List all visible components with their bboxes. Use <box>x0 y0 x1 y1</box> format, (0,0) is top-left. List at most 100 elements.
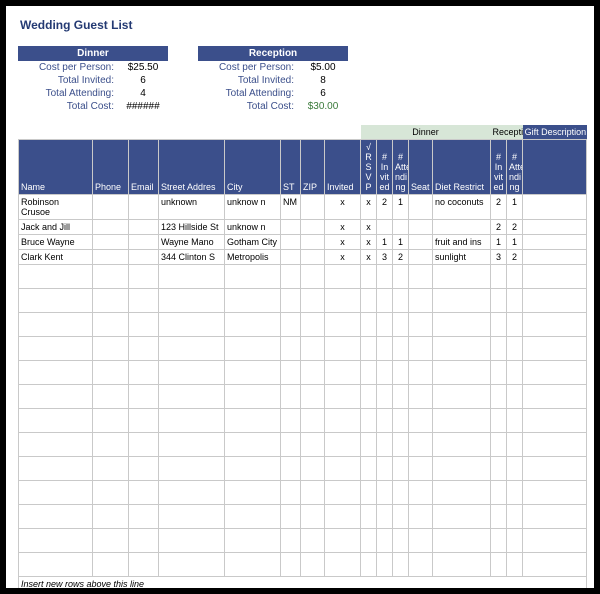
col-recep-invited[interactable]: # In vit ed <box>491 140 507 195</box>
cell-r_att[interactable]: 2 <box>507 250 523 265</box>
cell-d_att[interactable] <box>393 220 409 235</box>
col-phone[interactable]: Phone <box>93 140 129 195</box>
cell-d_inv[interactable]: 1 <box>377 235 393 250</box>
col-seat[interactable]: Seat <box>409 140 433 195</box>
col-zip[interactable]: ZIP <box>301 140 325 195</box>
cell-city[interactable]: Metropolis <box>225 250 281 265</box>
cell-street[interactable]: unknown <box>159 195 225 220</box>
cell-r_att[interactable]: 2 <box>507 220 523 235</box>
cell-r_att[interactable]: 1 <box>507 235 523 250</box>
cell-gift[interactable] <box>523 235 587 250</box>
cell-seat[interactable] <box>409 195 433 220</box>
cell-diet[interactable]: sunlight <box>433 250 491 265</box>
cell-phone[interactable] <box>93 250 129 265</box>
table-row[interactable]: Bruce WayneWayne ManoGotham Cityxx11frui… <box>19 235 587 250</box>
cell-name[interactable]: Jack and Jill <box>19 220 93 235</box>
col-street[interactable]: Street Addres <box>159 140 225 195</box>
cell-diet[interactable]: fruit and ins <box>433 235 491 250</box>
cell-d_att[interactable]: 2 <box>393 250 409 265</box>
dinner-invited-value[interactable]: 6 <box>118 74 168 87</box>
cell-r_inv[interactable]: 3 <box>491 250 507 265</box>
guest-table[interactable]: Dinner Recepti Gift Description Name Pho… <box>18 125 587 588</box>
dinner-invited-label: Total Invited: <box>18 74 118 87</box>
cell-email[interactable] <box>129 195 159 220</box>
cell-phone[interactable] <box>93 235 129 250</box>
cell-city[interactable]: unknow n <box>225 195 281 220</box>
cell-rsvp[interactable]: x <box>361 195 377 220</box>
cell-street[interactable]: 123 Hillside St <box>159 220 225 235</box>
cell-phone[interactable] <box>93 220 129 235</box>
cell-gift[interactable] <box>523 220 587 235</box>
cell-st[interactable] <box>281 250 301 265</box>
cell-invited[interactable]: x <box>325 235 361 250</box>
cell-r_inv[interactable]: 1 <box>491 235 507 250</box>
dinner-totalcost-value[interactable]: ###### <box>118 100 168 113</box>
col-recep-attending[interactable]: # Atte ndi ng <box>507 140 523 195</box>
reception-summary-header: Reception <box>198 46 348 61</box>
dinner-cost-value[interactable]: $25.50 <box>118 61 168 74</box>
cell-invited[interactable]: x <box>325 220 361 235</box>
cell-r_inv[interactable]: 2 <box>491 220 507 235</box>
cell-d_att[interactable]: 1 <box>393 195 409 220</box>
cell-rsvp[interactable]: x <box>361 220 377 235</box>
table-row[interactable]: Jack and Jill 123 Hillside Stunknow n xx 22 <box>19 220 587 235</box>
reception-totalcost-value[interactable]: $30.00 <box>298 100 348 113</box>
cell-seat[interactable] <box>409 220 433 235</box>
col-diet[interactable]: Diet Restrict <box>433 140 491 195</box>
cell-invited[interactable]: x <box>325 195 361 220</box>
cell-st[interactable]: NM <box>281 195 301 220</box>
cell-email[interactable] <box>129 220 159 235</box>
table-row[interactable]: Robinson Crusoeunknownunknow nNMxx21no c… <box>19 195 587 220</box>
cell-rsvp[interactable]: x <box>361 235 377 250</box>
cell-diet[interactable]: no coconuts <box>433 195 491 220</box>
cell-city[interactable]: Gotham City <box>225 235 281 250</box>
col-invited[interactable]: Invited <box>325 140 361 195</box>
col-gift[interactable] <box>523 140 587 195</box>
cell-r_inv[interactable]: 2 <box>491 195 507 220</box>
cell-name[interactable]: Robinson Crusoe <box>19 195 93 220</box>
cell-rsvp[interactable]: x <box>361 250 377 265</box>
cell-diet[interactable] <box>433 220 491 235</box>
cell-d_att[interactable]: 1 <box>393 235 409 250</box>
col-email[interactable]: Email <box>129 140 159 195</box>
cell-zip[interactable] <box>301 220 325 235</box>
cell-r_att[interactable]: 1 <box>507 195 523 220</box>
col-name[interactable]: Name <box>19 140 93 195</box>
cell-zip[interactable] <box>301 250 325 265</box>
col-dinner-attending[interactable]: # Atte ndi ng <box>393 140 409 195</box>
group-gift: Gift Description <box>523 125 587 140</box>
cell-d_inv[interactable] <box>377 220 393 235</box>
cell-name[interactable]: Bruce Wayne <box>19 235 93 250</box>
dinner-attend-value[interactable]: 4 <box>118 87 168 100</box>
cell-d_inv[interactable]: 3 <box>377 250 393 265</box>
col-dinner-invited[interactable]: # In vit ed <box>377 140 393 195</box>
cell-street[interactable]: 344 Clinton S <box>159 250 225 265</box>
reception-attend-value[interactable]: 6 <box>298 87 348 100</box>
reception-invited-value[interactable]: 8 <box>298 74 348 87</box>
cell-email[interactable] <box>129 250 159 265</box>
cell-gift[interactable] <box>523 195 587 220</box>
cell-st[interactable] <box>281 235 301 250</box>
reception-cost-value[interactable]: $5.00 <box>298 61 348 74</box>
cell-phone[interactable] <box>93 195 129 220</box>
col-st[interactable]: ST <box>281 140 301 195</box>
cell-st[interactable] <box>281 220 301 235</box>
cell-gift[interactable] <box>523 250 587 265</box>
table-row[interactable]: Clark Kent344 Clinton SMetropolisxx32sun… <box>19 250 587 265</box>
insert-row-hint: Insert new rows above this line <box>19 577 587 589</box>
page-title: Wedding Guest List <box>20 18 582 32</box>
cell-city[interactable]: unknow n <box>225 220 281 235</box>
col-city[interactable]: City <box>225 140 281 195</box>
cell-email[interactable] <box>129 235 159 250</box>
cell-zip[interactable] <box>301 195 325 220</box>
cell-seat[interactable] <box>409 235 433 250</box>
group-reception: Recepti <box>491 125 523 140</box>
reception-summary: Reception Cost per Person:$5.00 Total In… <box>198 46 348 113</box>
cell-zip[interactable] <box>301 235 325 250</box>
col-rsvp[interactable]: √ R S V P <box>361 140 377 195</box>
cell-d_inv[interactable]: 2 <box>377 195 393 220</box>
cell-seat[interactable] <box>409 250 433 265</box>
cell-street[interactable]: Wayne Mano <box>159 235 225 250</box>
cell-invited[interactable]: x <box>325 250 361 265</box>
cell-name[interactable]: Clark Kent <box>19 250 93 265</box>
